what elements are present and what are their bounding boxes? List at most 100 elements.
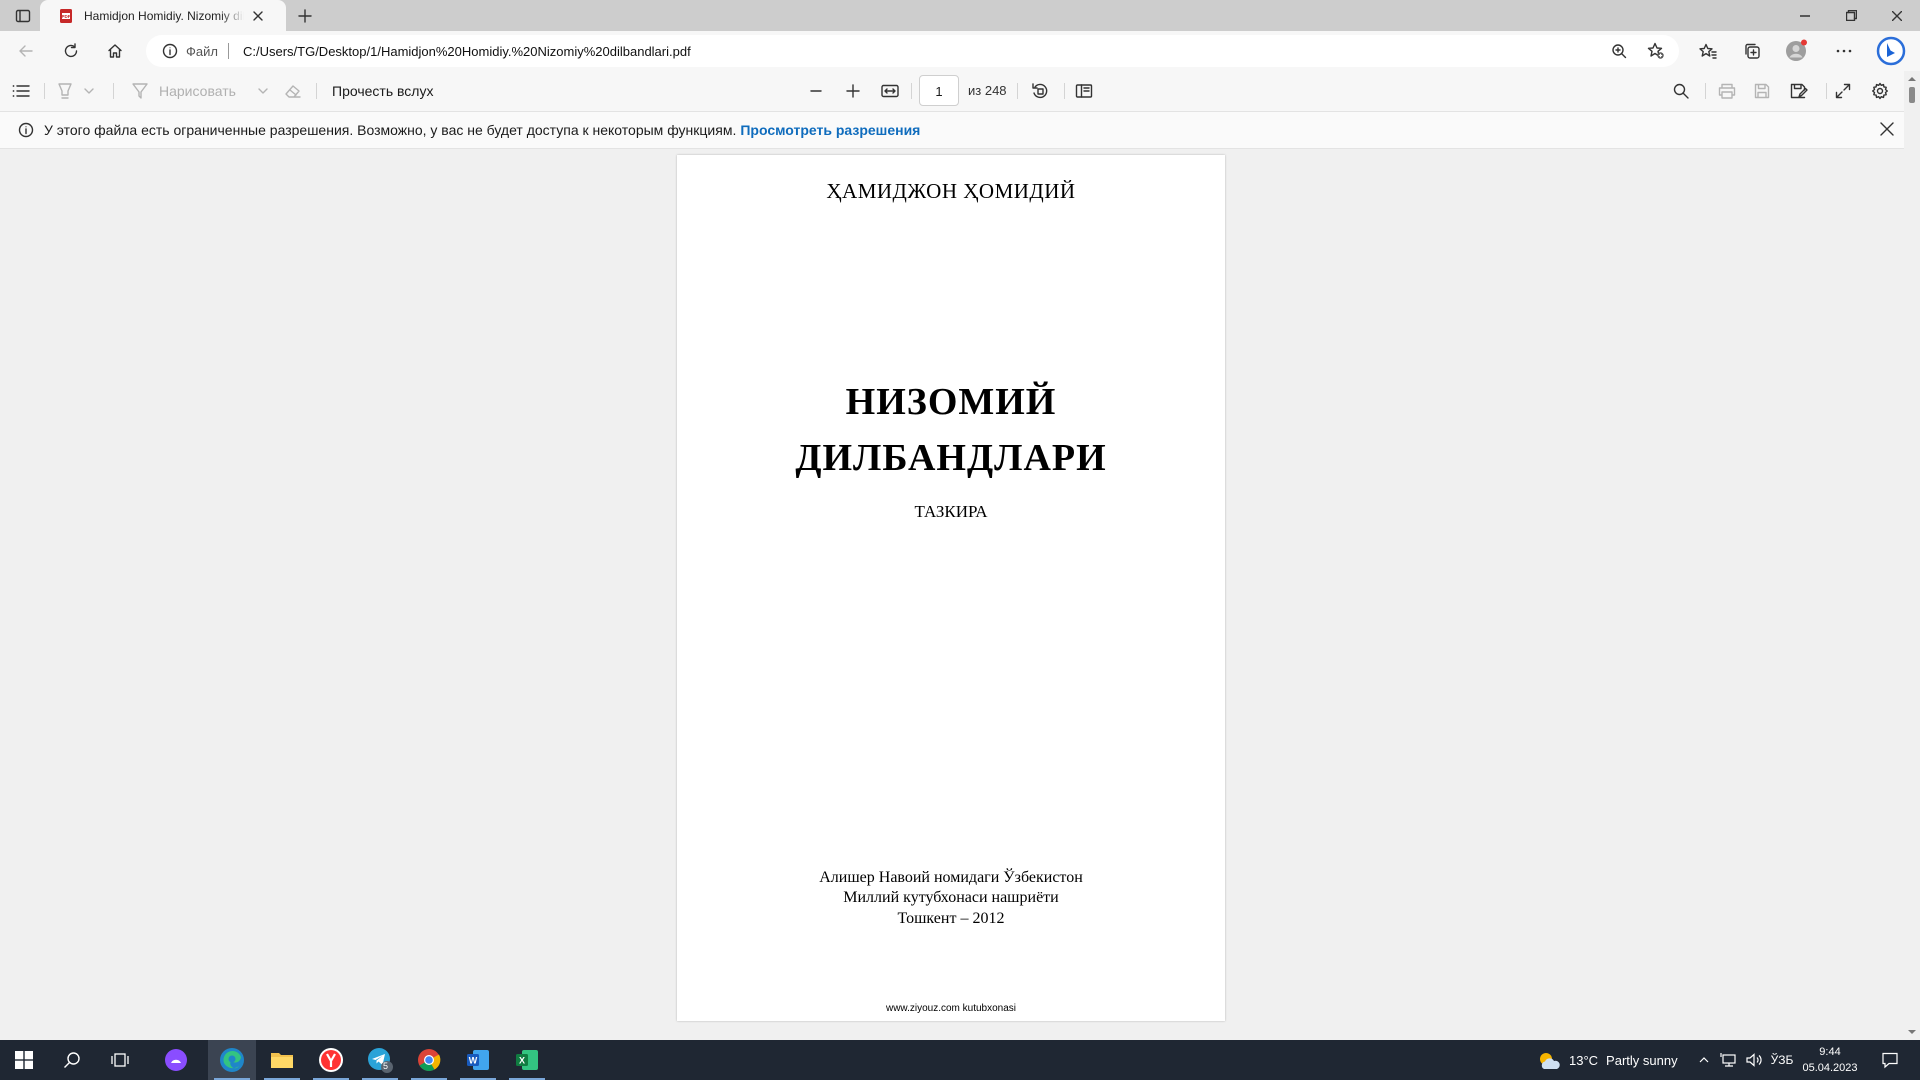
document-author: ҲАМИДЖОН ҲОМИДИЙ	[826, 179, 1076, 203]
yandex-icon	[319, 1048, 343, 1072]
page-total-label: из 248	[968, 83, 1007, 98]
taskbar-search-button[interactable]	[48, 1040, 96, 1080]
infobar-message: У этого файла есть ограниченные разрешен…	[44, 122, 737, 138]
print-button[interactable]	[1718, 71, 1738, 111]
bing-icon	[1876, 36, 1906, 66]
chrome-app-button[interactable]	[405, 1040, 453, 1080]
notification-icon	[1882, 1052, 1898, 1069]
edge-icon	[220, 1048, 244, 1072]
infobar-close-button[interactable]	[1880, 122, 1894, 136]
system-clock[interactable]: 9:44 05.04.2023	[1800, 1044, 1860, 1076]
svg-text:W: W	[469, 1056, 478, 1066]
fit-to-page-button[interactable]	[881, 71, 901, 111]
toolbar-separator	[1017, 83, 1018, 99]
network-icon	[1720, 1053, 1736, 1067]
page-number-input[interactable]: 1	[919, 75, 959, 106]
folder-icon	[271, 1053, 293, 1068]
minimize-button[interactable]	[1782, 0, 1828, 31]
plus-icon	[846, 84, 860, 98]
network-button[interactable]	[1718, 1040, 1740, 1080]
weather-widget[interactable]: 13°C Partly sunny	[1537, 1040, 1678, 1080]
search-button[interactable]	[1673, 71, 1693, 111]
file-explorer-button[interactable]	[258, 1040, 306, 1080]
page-view-button[interactable]	[1075, 71, 1095, 111]
read-aloud-button[interactable]: Прочесть вслух	[332, 71, 433, 111]
search-icon	[64, 1052, 80, 1068]
tab-strip: PDF Hamidjon Homidiy. Nizomiy dilbandlar…	[0, 0, 1920, 31]
back-button[interactable]	[12, 39, 40, 63]
zoom-in-icon	[1612, 44, 1627, 59]
site-scheme-label[interactable]: Файл	[186, 44, 218, 59]
restore-button[interactable]	[1828, 0, 1874, 31]
draw-label: Нарисовать	[159, 83, 236, 99]
info-icon[interactable]	[162, 43, 178, 59]
pdf-viewer[interactable]: ҲАМИДЖОН ҲОМИДИЙ НИЗОМИЙ ДИЛБАНДЛАРИ ТАЗ…	[0, 149, 1904, 1040]
volume-button[interactable]	[1743, 1040, 1765, 1080]
erase-button[interactable]	[284, 71, 304, 111]
tray-overflow-button[interactable]	[1694, 1040, 1714, 1080]
weather-text: Partly sunny	[1606, 1052, 1678, 1068]
alice-app-button[interactable]	[152, 1040, 200, 1080]
pdf-settings-button[interactable]	[1871, 71, 1891, 111]
pdf-page: ҲАМИДЖОН ҲОМИДИЙ НИЗОМИЙ ДИЛБАНДЛАРИ ТАЗ…	[677, 155, 1225, 1021]
zoom-button[interactable]	[1609, 42, 1629, 60]
zoom-in-button[interactable]	[846, 71, 862, 111]
gear-icon	[1872, 82, 1888, 100]
address-bar[interactable]: Файл C:/Users/TG/Desktop/1/Hamidjon%20Ho…	[146, 35, 1679, 67]
save-as-button[interactable]	[1790, 71, 1810, 111]
collections-button[interactable]	[1738, 39, 1766, 63]
notifications-button[interactable]	[1870, 1040, 1910, 1080]
pdf-file-icon: PDF	[60, 8, 72, 23]
rotate-button[interactable]	[1031, 71, 1051, 111]
scroll-up-icon[interactable]	[1904, 73, 1920, 85]
new-tab-button[interactable]	[294, 5, 316, 27]
toolbar-separator	[1826, 83, 1827, 99]
excel-icon: X	[516, 1050, 538, 1070]
language-indicator[interactable]: ЎЗБ	[1769, 1040, 1795, 1080]
tab-close-button[interactable]	[250, 8, 266, 24]
draw-button[interactable]: Нарисовать	[131, 71, 271, 111]
document-title-line-2: ДИЛБАНДЛАРИ	[795, 437, 1107, 479]
settings-more-button[interactable]	[1830, 39, 1858, 63]
address-separator	[227, 43, 229, 59]
refresh-button[interactable]	[57, 39, 85, 63]
telegram-app-button[interactable]: 5	[356, 1040, 404, 1080]
save-as-icon	[1790, 83, 1808, 99]
chevron-up-icon	[1699, 1057, 1709, 1063]
profile-button[interactable]	[1782, 39, 1810, 63]
edge-app-button[interactable]	[208, 1040, 256, 1080]
view-permissions-link[interactable]: Просмотреть разрешения	[740, 122, 920, 138]
highlight-button[interactable]	[56, 71, 101, 111]
add-favorite-button[interactable]	[1646, 42, 1666, 60]
publisher-line-1: Алишер Навоий номидаги Ўзбекистон	[819, 869, 1083, 886]
page-view-icon	[1075, 84, 1093, 98]
clock-time: 9:44	[1819, 1046, 1841, 1058]
toolbar-separator	[911, 83, 912, 99]
more-icon	[1836, 49, 1852, 53]
bing-chat-button[interactable]	[1874, 36, 1908, 66]
start-button[interactable]	[0, 1040, 48, 1080]
word-app-button[interactable]: W	[454, 1040, 502, 1080]
telegram-badge: 5	[383, 1061, 389, 1071]
task-view-button[interactable]	[96, 1040, 144, 1080]
excel-app-button[interactable]: X	[503, 1040, 551, 1080]
yandex-browser-button[interactable]	[307, 1040, 355, 1080]
tab-actions-button[interactable]	[8, 6, 38, 26]
save-button[interactable]	[1754, 71, 1774, 111]
close-window-button[interactable]	[1874, 0, 1920, 31]
vertical-scrollbar[interactable]	[1904, 71, 1920, 1040]
telegram-icon	[368, 1048, 393, 1073]
scrollbar-thumb[interactable]	[1909, 87, 1915, 103]
close-icon	[1892, 10, 1902, 21]
contents-button[interactable]	[12, 71, 32, 111]
fit-width-icon	[881, 84, 899, 98]
zoom-out-button[interactable]	[810, 71, 826, 111]
scroll-down-icon[interactable]	[1904, 1026, 1920, 1038]
favorites-button[interactable]	[1694, 39, 1722, 63]
url-text[interactable]: C:/Users/TG/Desktop/1/Hamidjon%20Homidiy…	[243, 44, 691, 59]
collections-icon	[1745, 43, 1760, 59]
fullscreen-button[interactable]	[1835, 71, 1855, 111]
home-button[interactable]	[101, 39, 129, 63]
browser-tab[interactable]: PDF Hamidjon Homidiy. Nizomiy dilbandlar…	[40, 0, 286, 31]
toolbar-separator	[44, 83, 45, 99]
